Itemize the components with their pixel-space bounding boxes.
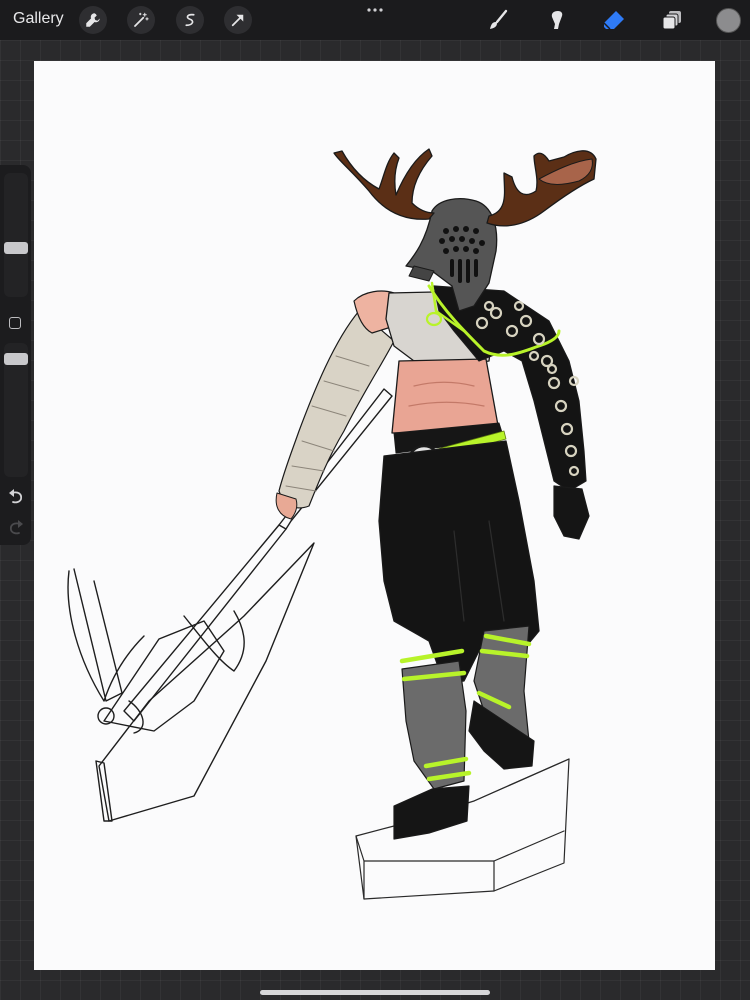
layers-icon[interactable]: [658, 6, 686, 34]
left-sidebar: [0, 165, 31, 545]
smudge-icon[interactable]: [542, 6, 570, 34]
undo-icon[interactable]: [6, 488, 26, 506]
modify-button[interactable]: [9, 317, 21, 329]
drawing-canvas[interactable]: [34, 61, 715, 970]
opacity-slider[interactable]: [4, 343, 28, 477]
eraser-icon[interactable]: [600, 6, 628, 34]
transform-arrow-icon[interactable]: [224, 6, 252, 34]
color-picker-button[interactable]: [716, 8, 741, 33]
home-indicator: [260, 990, 490, 995]
redo-icon[interactable]: [6, 519, 26, 537]
opacity-slider-handle[interactable]: [4, 353, 28, 365]
actions-wrench-icon[interactable]: [79, 6, 107, 34]
more-options-dots-icon[interactable]: [366, 2, 384, 12]
selection-icon[interactable]: [176, 6, 204, 34]
top-toolbar: Gallery: [0, 0, 750, 40]
artwork-illustration: [67, 148, 597, 900]
adjustments-magic-wand-icon[interactable]: [127, 6, 155, 34]
brush-size-slider[interactable]: [4, 173, 28, 297]
brush-icon[interactable]: [484, 6, 512, 34]
brush-size-slider-handle[interactable]: [4, 242, 28, 254]
gallery-button[interactable]: Gallery: [13, 10, 64, 28]
